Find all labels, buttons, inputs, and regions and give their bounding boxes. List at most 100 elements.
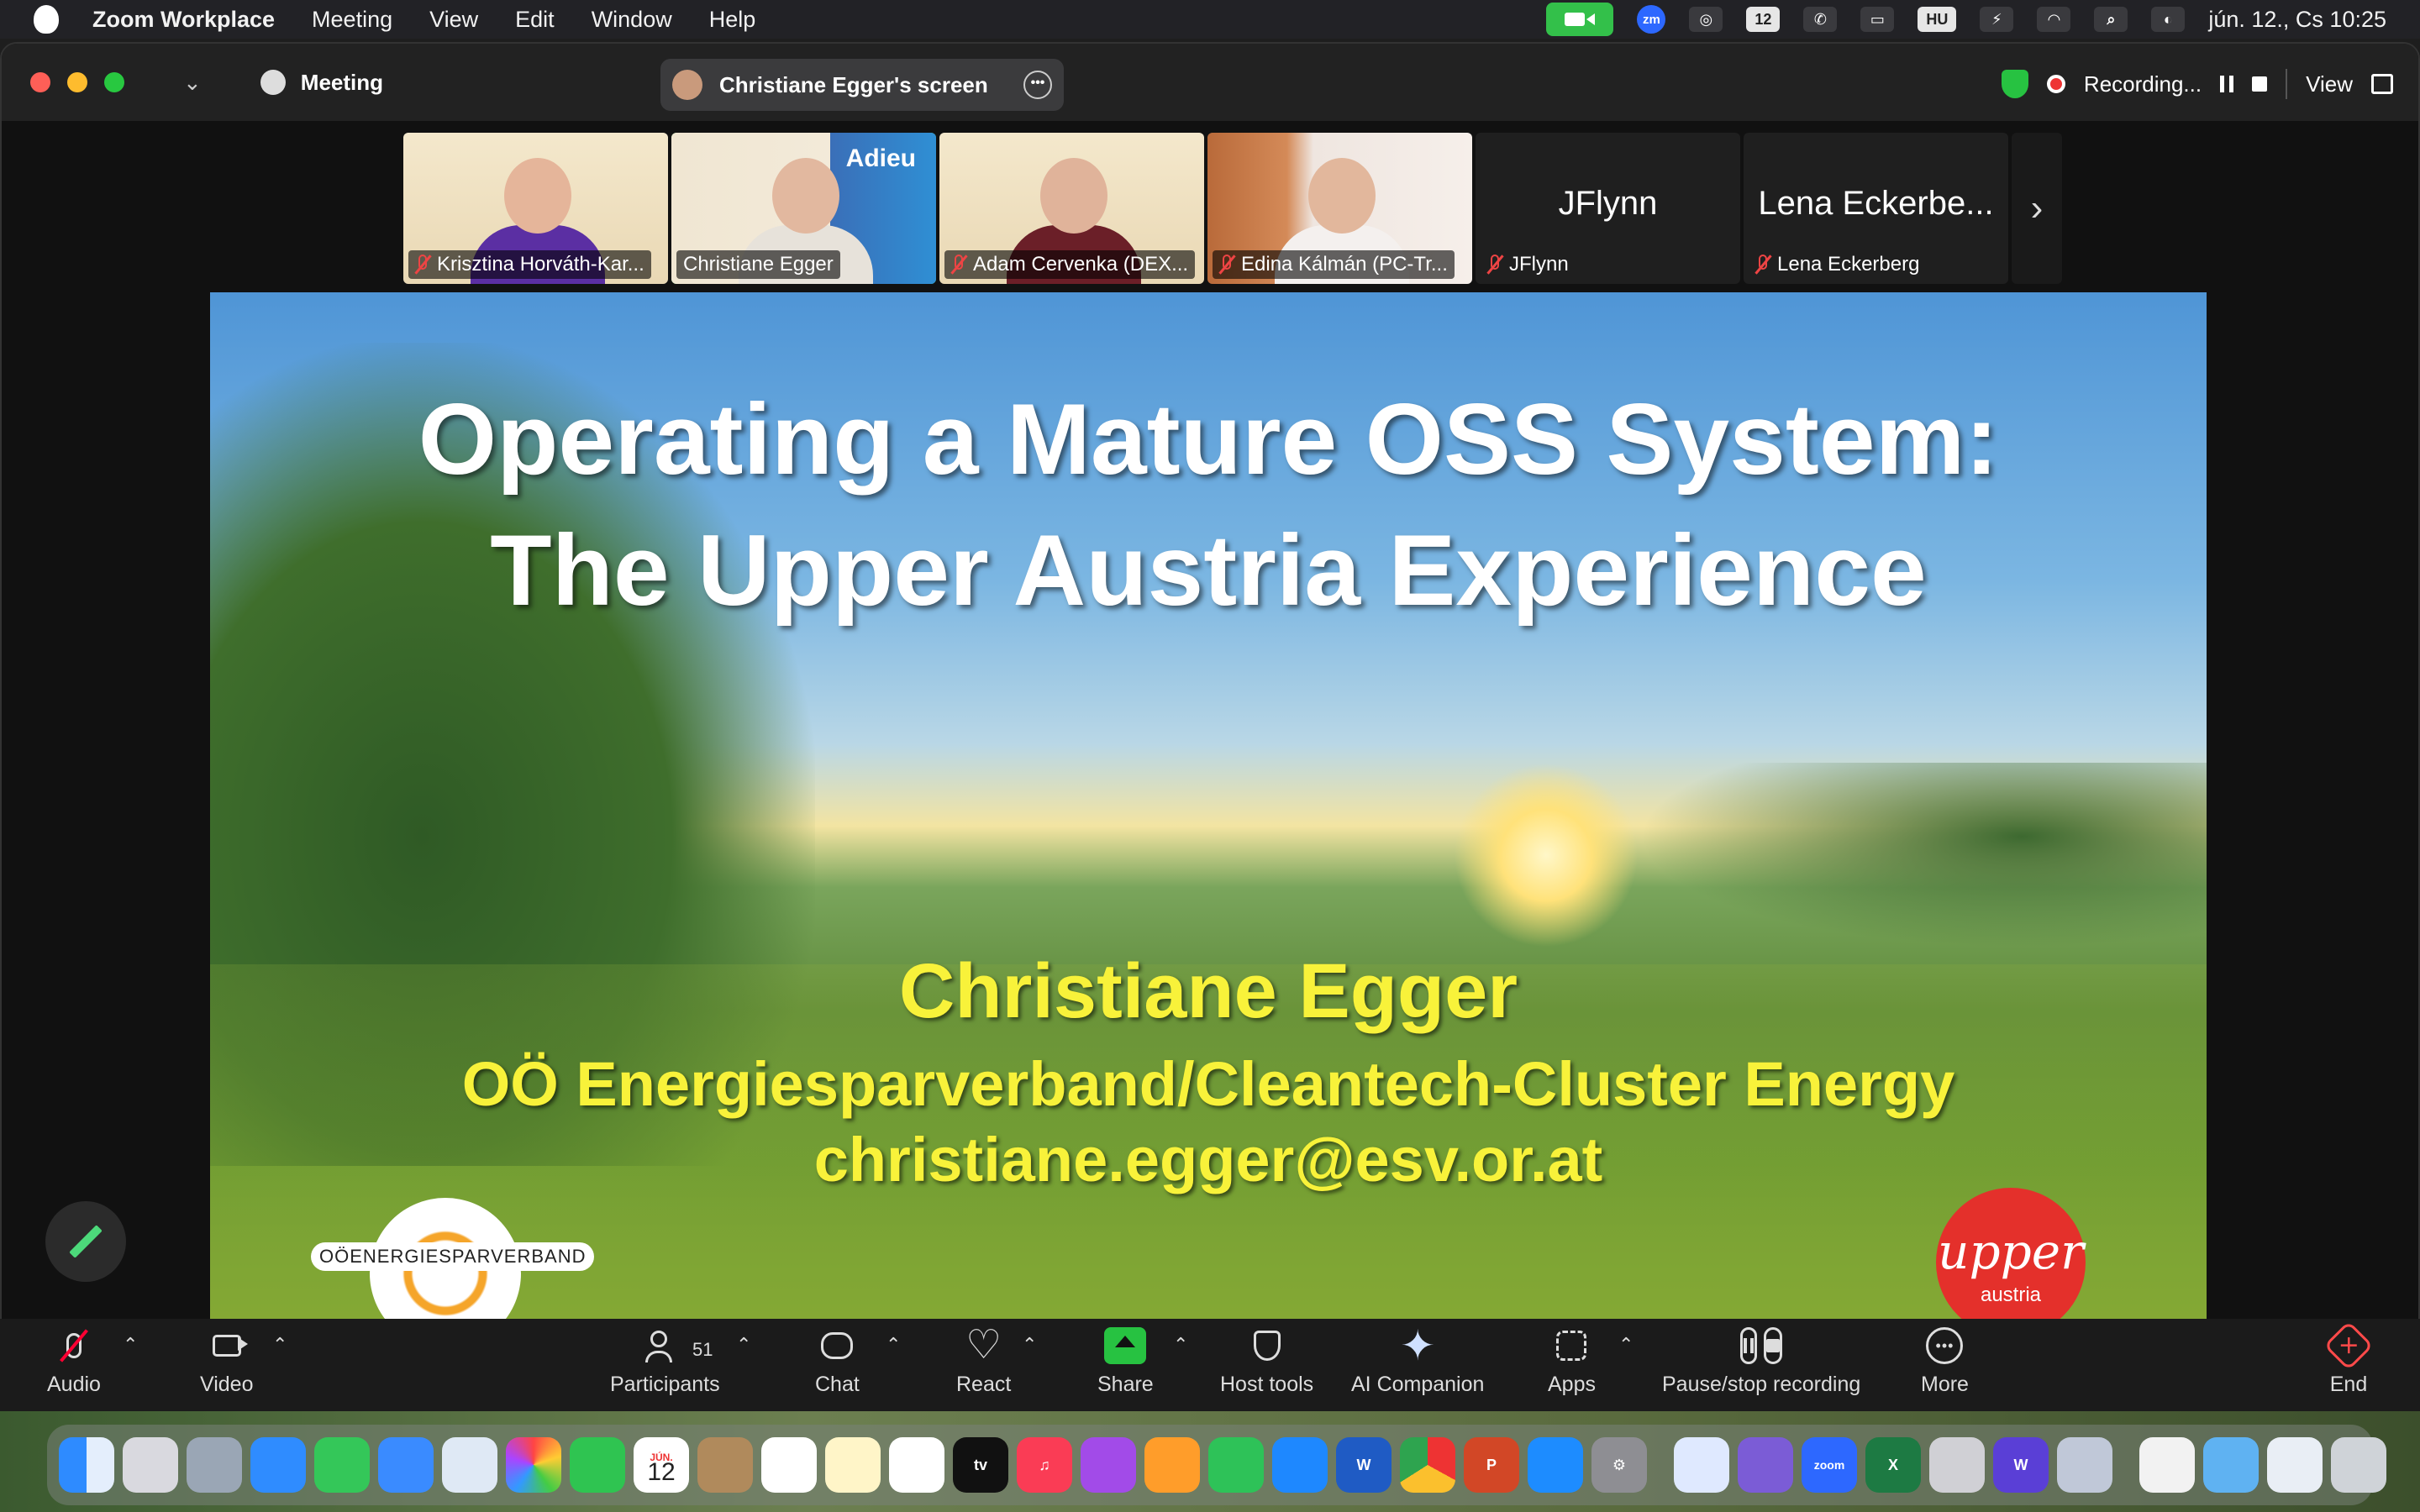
menu-window[interactable]: Window bbox=[592, 7, 672, 33]
view-grid-icon[interactable] bbox=[2371, 74, 2393, 94]
shared-screen-label: Christiane Egger's screen bbox=[719, 71, 988, 97]
participant-tile[interactable]: Adam Cervenka (DEX... bbox=[939, 133, 1204, 284]
zoom-camera-status-icon[interactable] bbox=[1546, 3, 1614, 36]
annotate-button[interactable] bbox=[45, 1201, 126, 1282]
google-photos-icon[interactable] bbox=[1674, 1437, 1729, 1493]
menu-view[interactable]: View bbox=[429, 7, 478, 33]
pages-icon[interactable] bbox=[1144, 1437, 1200, 1493]
participants-options-caret[interactable]: ⌃ bbox=[736, 1334, 751, 1356]
apple-tv-icon[interactable]: tv bbox=[953, 1437, 1008, 1493]
freeform-icon[interactable] bbox=[889, 1437, 944, 1493]
utilities-icon[interactable] bbox=[187, 1437, 242, 1493]
participant-tile[interactable]: Krisztina Horváth-Kar... bbox=[403, 133, 668, 284]
battery-icon[interactable]: ⚡ bbox=[1980, 7, 2014, 32]
minimize-window-button[interactable] bbox=[67, 72, 87, 92]
participant-tile-no-video[interactable]: Lena Eckerbe... Lena Eckerberg bbox=[1744, 133, 2008, 284]
view-button[interactable]: View bbox=[2306, 71, 2353, 97]
host-tools-button[interactable]: Host tools bbox=[1220, 1327, 1313, 1397]
apps-button[interactable]: Apps bbox=[1548, 1327, 1596, 1397]
ai-companion-button[interactable]: AI Companion bbox=[1351, 1327, 1484, 1397]
shared-screen-indicator[interactable]: Christiane Egger's screen ••• bbox=[660, 59, 1064, 111]
participant-tile-active-speaker[interactable]: Adieu Christiane Egger bbox=[671, 133, 936, 284]
printer-icon[interactable] bbox=[1929, 1437, 1985, 1493]
documents-stack-icon[interactable] bbox=[2267, 1437, 2323, 1493]
chat-options-caret[interactable]: ⌃ bbox=[886, 1334, 901, 1356]
audio-button[interactable]: Audio bbox=[47, 1327, 101, 1397]
meeting-toolbar: Audio ⌃ Video ⌃ Participants 51 ⌃ Chat ⌃… bbox=[0, 1319, 2420, 1413]
menu-meeting[interactable]: Meeting bbox=[312, 7, 392, 33]
trash-icon[interactable] bbox=[2331, 1437, 2386, 1493]
word-icon[interactable]: W bbox=[1336, 1437, 1392, 1493]
calendar-badge-icon[interactable]: 12 bbox=[1746, 7, 1781, 32]
messages-icon[interactable] bbox=[314, 1437, 370, 1493]
chat-button[interactable]: Chat bbox=[815, 1327, 860, 1397]
launchpad-icon[interactable] bbox=[123, 1437, 178, 1493]
webex-icon[interactable]: W bbox=[1993, 1437, 2049, 1493]
document-stack-icon[interactable] bbox=[2139, 1437, 2195, 1493]
participants-button[interactable]: Participants bbox=[610, 1327, 720, 1397]
apple-icon[interactable] bbox=[34, 5, 59, 34]
video-options-caret[interactable]: ⌃ bbox=[272, 1334, 287, 1356]
zoom-menu-icon[interactable]: zm bbox=[1637, 5, 1666, 34]
gallery-next-page-button[interactable]: › bbox=[2012, 133, 2062, 284]
app-store-icon[interactable] bbox=[1528, 1437, 1583, 1493]
video-button[interactable]: Video bbox=[200, 1327, 254, 1397]
facetime-icon[interactable] bbox=[570, 1437, 625, 1493]
downloads-folder-icon[interactable] bbox=[2203, 1437, 2259, 1493]
end-meeting-button[interactable]: End bbox=[2328, 1327, 2370, 1397]
zoom-window-button[interactable] bbox=[104, 72, 124, 92]
wifi-icon[interactable]: ◠ bbox=[2037, 7, 2071, 32]
more-button[interactable]: More bbox=[1921, 1327, 1969, 1397]
menu-edit[interactable]: Edit bbox=[515, 7, 555, 33]
chrome-icon[interactable] bbox=[1400, 1437, 1455, 1493]
audio-options-caret[interactable]: ⌃ bbox=[123, 1334, 138, 1356]
meeting-info[interactable]: Meeting bbox=[260, 70, 383, 96]
screenshot-app-icon[interactable] bbox=[2057, 1437, 2112, 1493]
participant-tile-no-video[interactable]: JFlynn JFlynn bbox=[1476, 133, 1740, 284]
podcasts-icon[interactable] bbox=[1081, 1437, 1136, 1493]
encryption-shield-icon[interactable] bbox=[2001, 70, 2028, 98]
reminders-icon[interactable] bbox=[761, 1437, 817, 1493]
numbers-icon[interactable] bbox=[1208, 1437, 1264, 1493]
share-options-caret[interactable]: ⌃ bbox=[1173, 1334, 1188, 1356]
maps-icon[interactable] bbox=[442, 1437, 497, 1493]
share-button[interactable]: Share bbox=[1097, 1327, 1154, 1397]
keynote-icon[interactable] bbox=[1272, 1437, 1328, 1493]
viber-status-icon[interactable]: ✆ bbox=[1803, 7, 1838, 32]
apps-options-caret[interactable]: ⌃ bbox=[1618, 1334, 1634, 1356]
chevron-down-icon[interactable]: ⌄ bbox=[183, 70, 202, 96]
input-language-icon[interactable]: HU bbox=[1918, 7, 1957, 32]
finder-icon[interactable] bbox=[59, 1437, 114, 1493]
powerpoint-icon[interactable]: P bbox=[1464, 1437, 1519, 1493]
pause-stop-recording-button[interactable]: Pause/stop recording bbox=[1662, 1327, 1860, 1397]
notes-icon[interactable] bbox=[825, 1437, 881, 1493]
system-settings-icon[interactable]: ⚙ bbox=[1591, 1437, 1647, 1493]
menu-app-name[interactable]: Zoom Workplace bbox=[92, 7, 275, 33]
recording-label: Recording... bbox=[2083, 71, 2202, 97]
participant-tile[interactable]: Edina Kálmán (PC-Tr... bbox=[1207, 133, 1472, 284]
photos-icon[interactable] bbox=[506, 1437, 561, 1493]
safari-icon[interactable] bbox=[250, 1437, 306, 1493]
menu-help[interactable]: Help bbox=[709, 7, 756, 33]
pause-recording-icon[interactable] bbox=[2220, 76, 2234, 92]
music-icon[interactable]: ♫ bbox=[1017, 1437, 1072, 1493]
search-icon[interactable]: ⌕ bbox=[2094, 7, 2128, 32]
viber-icon[interactable] bbox=[1738, 1437, 1793, 1493]
calendar-icon[interactable]: JÚN. 12 bbox=[634, 1437, 689, 1493]
zoom-app-icon[interactable]: zoom bbox=[1802, 1437, 1857, 1493]
contacts-icon[interactable] bbox=[697, 1437, 753, 1493]
mail-icon[interactable] bbox=[378, 1437, 434, 1493]
control-center-icon[interactable]: ◐ bbox=[2151, 7, 2186, 32]
close-window-button[interactable] bbox=[30, 72, 50, 92]
excel-icon[interactable]: X bbox=[1865, 1437, 1921, 1493]
menu-clock[interactable]: jún. 12., Cs 10:25 bbox=[2208, 7, 2386, 33]
stop-recording-icon[interactable] bbox=[2252, 76, 2268, 92]
audio-label: Audio bbox=[47, 1373, 101, 1396]
more-options-icon[interactable]: ••• bbox=[1023, 71, 1052, 99]
window-overlap-icon[interactable]: ▭ bbox=[1860, 7, 1895, 32]
network-globe-icon[interactable]: ◎ bbox=[1689, 7, 1723, 32]
participant-name: Lena Eckerberg bbox=[1749, 250, 1926, 279]
calendar-day: 12 bbox=[647, 1458, 676, 1486]
react-button[interactable]: React bbox=[956, 1327, 1011, 1397]
react-options-caret[interactable]: ⌃ bbox=[1022, 1334, 1037, 1356]
